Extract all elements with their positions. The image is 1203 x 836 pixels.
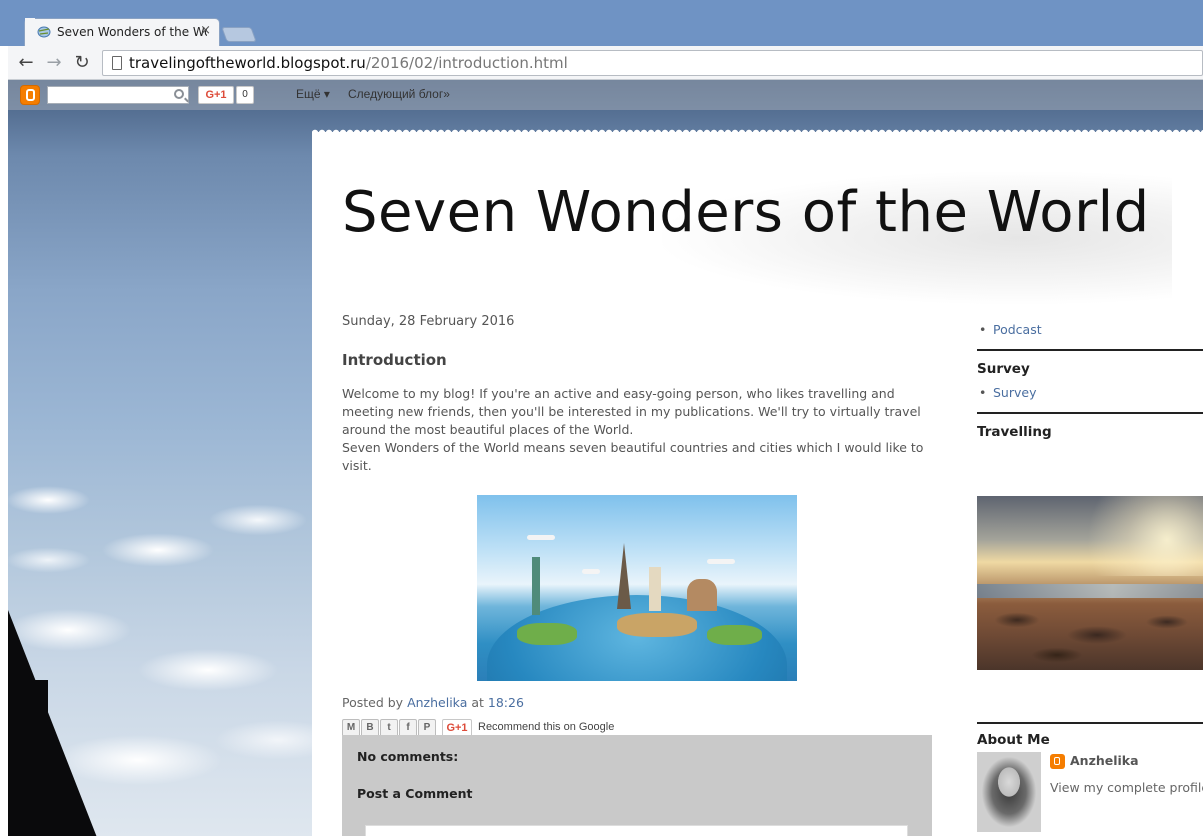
image-airplane [527,535,555,540]
blogger-navbar: G+1 0 Ещё ▾ Следующий блог» [8,80,1203,110]
more-menu[interactable]: Ещё ▾ [296,87,330,101]
blogger-icon [1050,754,1065,769]
travelling-heading: Travelling [977,424,1052,440]
image-domes [687,579,717,611]
page-viewport: G+1 0 Ещё ▾ Следующий блог» Seven Wonder… [8,80,1203,836]
blog-content-panel: Seven Wonders of the World Sunday, 28 Fe… [312,128,1203,836]
post-title[interactable]: Introduction [342,351,932,369]
browser-tab[interactable]: Seven Wonders of the Wo × [24,18,220,46]
post-footer: Posted by Anzhelika at 18:26 [342,695,932,710]
pages-list: Podcast [977,322,1203,337]
image-land [617,613,697,637]
image-airplane [582,569,600,574]
divider [977,412,1203,414]
browser-tabstrip: Seven Wonders of the Wo × [0,0,1203,46]
author-link[interactable]: Anzhelika [407,695,467,710]
photo-sun [1087,496,1203,576]
address-bar[interactable]: travelingoftheworld.blogspot.ru/2016/02/… [102,50,1203,76]
gplus-count: 0 [236,86,254,104]
sidebar-item-podcast[interactable]: Podcast [977,322,1203,337]
search-icon[interactable] [174,89,184,99]
background-window-frame-fill [8,680,48,836]
post-comment-heading: Post a Comment [357,786,473,801]
gplus-button[interactable]: G+1 [198,86,234,104]
close-icon[interactable]: × [200,23,211,38]
post-paragraph: Welcome to my blog! If you're an active … [342,386,921,437]
post-paragraph: Seven Wonders of the World means seven b… [342,440,924,473]
divider [977,349,1203,351]
url-host: travelingoftheworld.blogspot.ru [129,54,366,72]
image-pisa-tower [649,567,661,611]
avatar[interactable] [977,752,1041,832]
posted-by-label: Posted by [342,695,404,710]
divider [977,722,1203,724]
next-blog-link[interactable]: Следующий блог» [348,87,450,101]
post-date: Sunday, 28 February 2016 [342,314,515,329]
comment-input[interactable] [365,825,908,836]
recommend-text: Recommend this on Google [478,721,615,733]
image-land [517,623,577,645]
new-tab-button[interactable] [221,27,257,42]
image-eiffel-tower [617,543,631,609]
navbar-search-input[interactable] [47,86,189,104]
photo-water [977,584,1203,598]
sidebar-item-survey[interactable]: Survey [977,385,1203,400]
at-label: at [471,695,484,710]
post-image-world-landmarks[interactable] [477,495,797,681]
post-body: Welcome to my blog! If you're an active … [342,385,932,475]
tab-title: Seven Wonders of the Wo [57,25,207,39]
photo-rocks [977,600,1203,670]
forward-icon[interactable]: → [42,51,66,75]
blogger-icon[interactable] [20,85,40,105]
back-icon[interactable]: ← [14,51,38,75]
browser-toolbar: ← → ↻ travelingoftheworld.blogspot.ru/20… [8,46,1203,80]
view-profile-link[interactable]: View my complete profile [1050,780,1203,795]
url-path: /2016/02/introduction.html [365,54,568,72]
image-airplane [707,559,735,564]
travelling-photo[interactable] [977,496,1203,670]
globe-icon [37,26,51,38]
comments-count: No comments: [357,749,459,764]
profile-name-link[interactable]: Anzhelika [1070,753,1139,768]
post-column: Sunday, 28 February 2016 Introduction We… [342,314,932,739]
survey-list: Survey [977,385,1203,400]
reload-icon[interactable]: ↻ [70,51,94,75]
sidebar: Podcast Survey Survey Travelling About M… [977,322,1203,832]
image-land [707,625,762,645]
about-me-heading: About Me [977,732,1050,748]
page-icon [112,56,122,70]
blog-title[interactable]: Seven Wonders of the World [342,180,1150,245]
survey-heading: Survey [977,361,1030,377]
comments-section: No comments: Post a Comment [342,735,932,836]
post-time-link[interactable]: 18:26 [488,695,524,710]
image-statue-of-liberty [532,557,540,615]
url-text: travelingoftheworld.blogspot.ru/2016/02/… [129,54,568,72]
